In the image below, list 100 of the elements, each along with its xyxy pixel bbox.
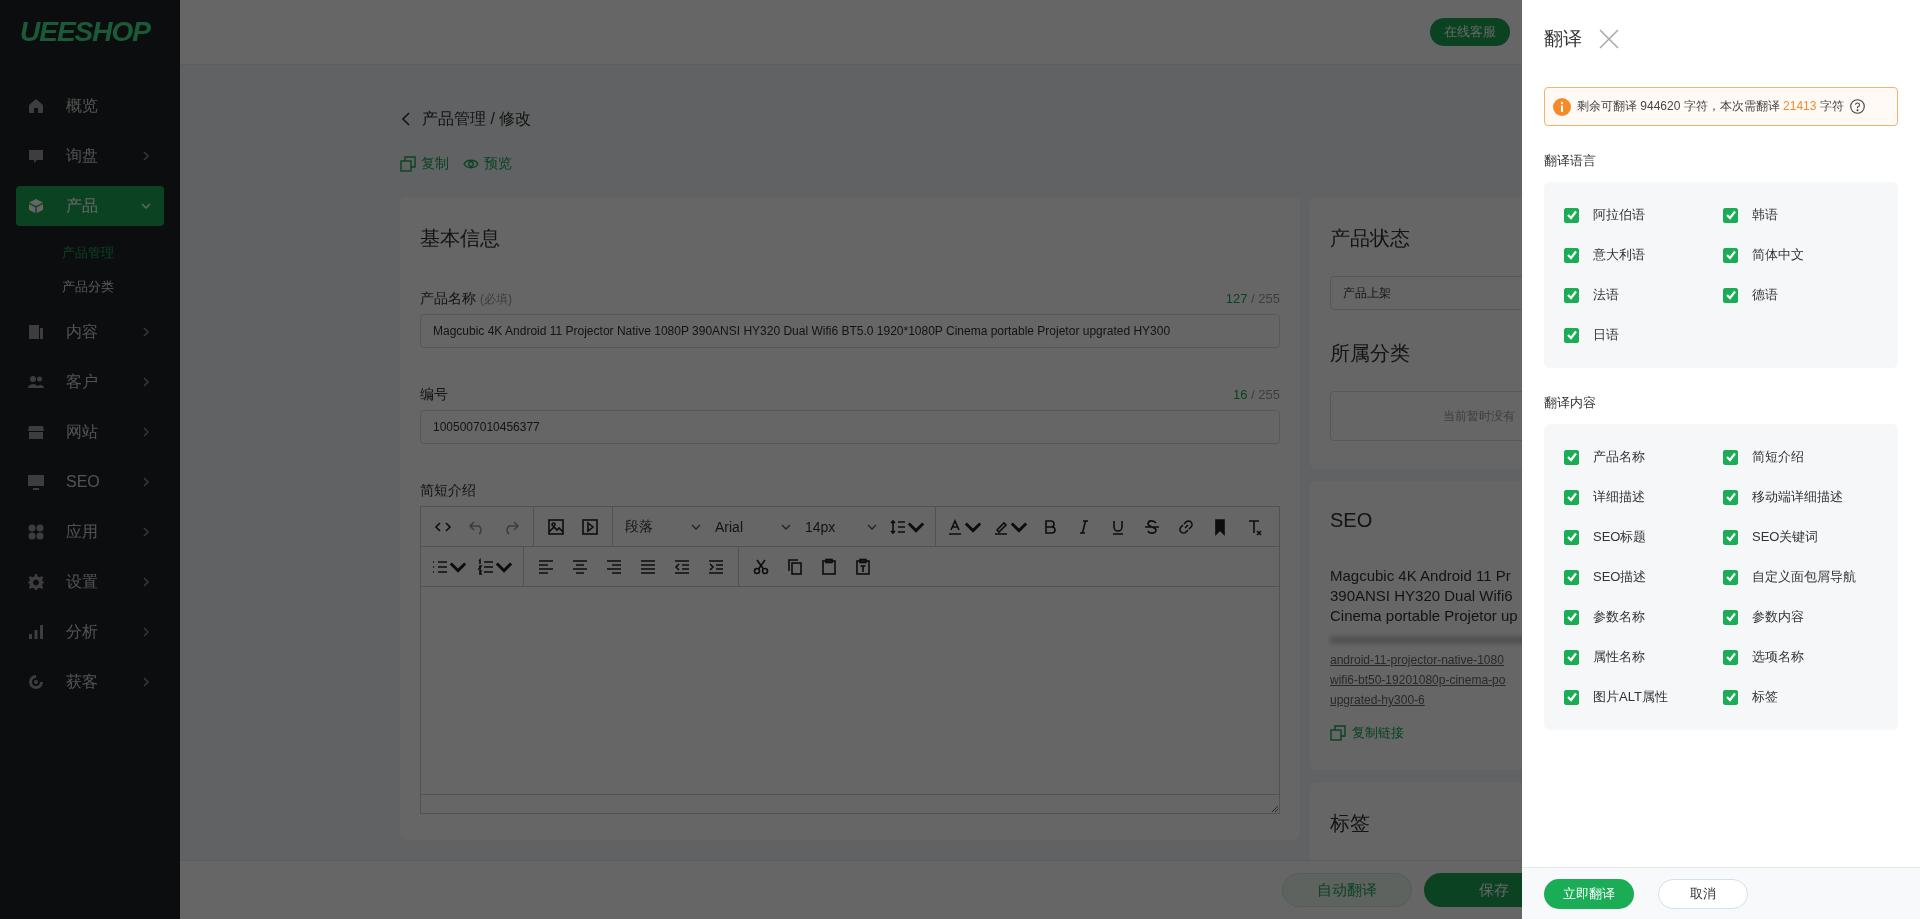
chevron-down-icon: [140, 200, 152, 212]
sidebar-item[interactable]: 客户: [16, 362, 164, 402]
checkbox[interactable]: [1564, 449, 1579, 465]
align-center-icon[interactable]: [571, 557, 589, 576]
checkbox-label: SEO描述: [1593, 568, 1647, 586]
numbered-list-icon[interactable]: [477, 557, 495, 576]
section-title: 翻译语言: [1544, 152, 1597, 170]
sidebar-item[interactable]: 应用: [16, 512, 164, 552]
dropdown[interactable]: Arial: [709, 510, 797, 543]
text-color-icon[interactable]: [946, 517, 964, 536]
checkbox[interactable]: [1723, 449, 1738, 465]
field-label: 编号: [420, 386, 448, 404]
indent-icon[interactable]: [707, 557, 725, 576]
auto-translate-button[interactable]: 自动翻译: [1282, 873, 1412, 907]
copy-icon: [400, 156, 416, 172]
checkbox-label: 属性名称: [1593, 648, 1645, 666]
checkbox[interactable]: [1723, 609, 1738, 625]
outdent-icon[interactable]: [673, 557, 691, 576]
checkbox[interactable]: [1564, 569, 1579, 585]
chevron-right-icon: [140, 376, 152, 388]
section-title: SEO: [1330, 509, 1374, 532]
checkbox[interactable]: [1564, 649, 1579, 665]
checkbox-label: 移动端详细描述: [1752, 488, 1843, 506]
chevron-right-icon: [140, 326, 152, 338]
checkbox[interactable]: [1723, 529, 1738, 545]
resize-handle-icon[interactable]: [1271, 805, 1279, 813]
copy-icon[interactable]: [786, 557, 804, 576]
info-icon: [1553, 97, 1571, 116]
checkbox[interactable]: [1564, 529, 1579, 545]
scissors-icon[interactable]: [752, 557, 770, 576]
sidebar-item[interactable]: 分析: [16, 612, 164, 652]
align-left-icon[interactable]: [537, 557, 555, 576]
sidebar-item[interactable]: 概览: [16, 86, 164, 126]
apps-icon: [28, 524, 44, 540]
close-icon[interactable]: [1598, 28, 1620, 50]
checkbox[interactable]: [1564, 287, 1579, 303]
checkbox[interactable]: [1564, 207, 1579, 223]
sidebar-item[interactable]: 内容: [16, 312, 164, 352]
section-title: 产品状态: [1330, 226, 1411, 251]
checkbox[interactable]: [1564, 689, 1579, 705]
checkbox[interactable]: [1723, 247, 1738, 263]
support-button[interactable]: 在线客服: [1430, 18, 1510, 46]
copy-link[interactable]: 复制链接: [1330, 724, 1404, 742]
checkbox[interactable]: [1723, 649, 1738, 665]
checkbox-label: 自定义面包屑导航: [1752, 568, 1856, 586]
checkbox-label: 日语: [1593, 326, 1619, 344]
paste-text-icon[interactable]: [854, 557, 872, 576]
chevron-right-icon: [140, 150, 152, 162]
help-icon[interactable]: [1849, 99, 1865, 114]
checkbox[interactable]: [1564, 327, 1579, 343]
submenu-item[interactable]: 产品分类: [62, 278, 164, 296]
back-icon[interactable]: [400, 111, 412, 127]
justify-icon[interactable]: [639, 557, 657, 576]
checkbox[interactable]: [1723, 689, 1738, 705]
document-icon: [28, 324, 44, 340]
checkbox[interactable]: [1564, 489, 1579, 505]
image-icon[interactable]: [547, 517, 565, 536]
translate-button[interactable]: 立即翻译: [1544, 878, 1634, 909]
sidebar-item[interactable]: 询盘: [16, 136, 164, 176]
sidebar-item[interactable]: 产品: [16, 186, 164, 226]
input-field[interactable]: 1005007010456377: [420, 410, 1280, 444]
checkbox[interactable]: [1723, 287, 1738, 303]
url-link[interactable]: wifi6-bt50-19201080p-cinema-po: [1330, 670, 1506, 690]
checkbox-label: SEO关键词: [1752, 528, 1819, 546]
dropdown[interactable]: 段落: [619, 510, 707, 543]
checkbox-label: 详细描述: [1593, 488, 1645, 506]
sidebar-item[interactable]: SEO: [16, 462, 164, 502]
checkbox-label: 德语: [1752, 286, 1778, 304]
line-height-icon[interactable]: [889, 517, 907, 536]
checkbox-label: 意大利语: [1593, 246, 1645, 264]
home-icon: [28, 98, 44, 114]
sidebar-item[interactable]: 获客: [16, 662, 164, 702]
logo: UEESHOP: [19, 15, 152, 49]
breadcrumb: 产品管理 / 修改: [422, 108, 532, 129]
section-title: 所属分类: [1330, 341, 1411, 366]
checkbox[interactable]: [1723, 569, 1738, 585]
drawer-title: 翻译: [1544, 27, 1582, 51]
copy-link[interactable]: 复制: [400, 155, 449, 173]
align-right-icon[interactable]: [605, 557, 623, 576]
checkbox[interactable]: [1723, 489, 1738, 505]
checkbox[interactable]: [1564, 247, 1579, 263]
store-icon: [28, 424, 44, 440]
checkbox[interactable]: [1723, 207, 1738, 223]
play-icon[interactable]: [581, 517, 599, 536]
link-icon[interactable]: [1177, 517, 1195, 536]
paste-icon[interactable]: [820, 557, 838, 576]
strikethrough-icon[interactable]: [1143, 517, 1161, 536]
url-link[interactable]: android-11-projector-native-1080: [1330, 650, 1504, 670]
checkbox[interactable]: [1564, 609, 1579, 625]
dropdown[interactable]: 14px: [799, 510, 883, 543]
url-link[interactable]: upgrated-hy300-6: [1330, 690, 1425, 710]
input-field[interactable]: Magcubic 4K Android 11 Projector Native 1080P 390ANSI HY320 Dual Wifi6 BT5.0 1920*1080P Cinema portable Projetor upgrated HY300: [420, 314, 1280, 348]
cancel-button[interactable]: 取消: [1658, 878, 1748, 909]
section-title: 标签: [1330, 811, 1371, 836]
preview-link[interactable]: 预览: [463, 155, 512, 173]
sidebar-item[interactable]: 网站: [16, 412, 164, 452]
checkbox-label: 阿拉伯语: [1593, 206, 1645, 224]
notice-text: 剩余可翻译 944620 字符，本次需翻译 21413 字符: [1577, 98, 1844, 115]
sidebar-item[interactable]: 设置: [16, 562, 164, 602]
checkbox-label: 产品名称: [1593, 448, 1645, 466]
